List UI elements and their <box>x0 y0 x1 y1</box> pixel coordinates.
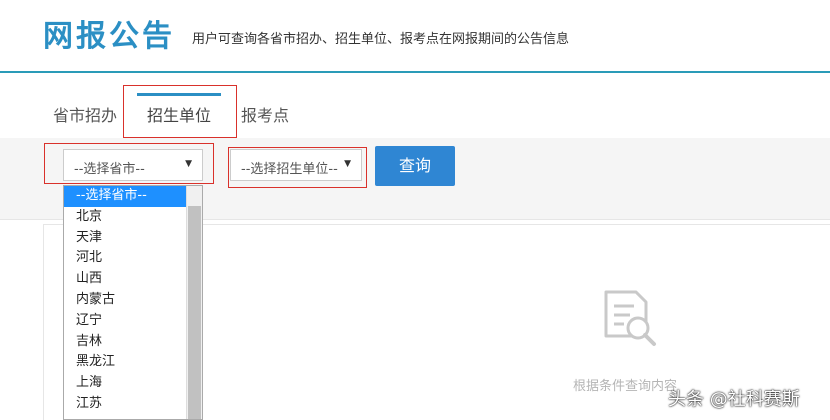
dropdown-option[interactable]: --选择省市-- <box>64 186 186 207</box>
dropdown-option[interactable]: 黑龙江 <box>64 352 186 373</box>
query-button[interactable]: 查询 <box>375 146 455 186</box>
unit-select-value: --选择招生单位-- <box>241 162 338 177</box>
tab-bar: 省市招办 招生单位 报考点 <box>0 90 830 138</box>
tab-province-office[interactable]: 省市招办 <box>53 102 117 126</box>
page-header: 网报公告 用户可查询各省市招办、招生单位、报考点在网报期间的公告信息 <box>0 0 830 73</box>
dropdown-option[interactable]: 上海 <box>64 373 186 394</box>
tab-exam-site[interactable]: 报考点 <box>241 102 289 126</box>
dropdown-option[interactable]: 辽宁 <box>64 311 186 332</box>
caret-down-icon: ▼ <box>344 159 351 169</box>
dropdown-option[interactable]: 吉林 <box>64 332 186 353</box>
province-select[interactable]: --选择省市-- ▼ <box>63 149 203 181</box>
dropdown-option[interactable]: 内蒙古 <box>64 290 186 311</box>
watermark-text: 头条 @社科赛斯 <box>668 389 800 410</box>
province-select-value: --选择省市-- <box>74 162 145 177</box>
dropdown-scrollbar[interactable] <box>186 186 202 419</box>
active-tab-indicator <box>137 93 221 96</box>
tab-enrollment-unit[interactable]: 招生单位 <box>147 102 211 126</box>
page-title: 网报公告 <box>43 19 175 54</box>
unit-select[interactable]: --选择招生单位-- ▼ <box>230 149 362 181</box>
dropdown-option[interactable]: 江苏 <box>64 394 186 415</box>
page-subtitle: 用户可查询各省市招办、招生单位、报考点在网报期间的公告信息 <box>192 32 570 47</box>
empty-state-text: 根据条件查询内容 <box>573 379 678 394</box>
dropdown-option[interactable]: 天津 <box>64 228 186 249</box>
dropdown-option[interactable]: 北京 <box>64 207 186 228</box>
dropdown-option[interactable]: 山西 <box>64 269 186 290</box>
scrollbar-thumb[interactable] <box>188 206 201 419</box>
caret-down-icon: ▼ <box>185 159 192 169</box>
document-search-icon <box>604 290 656 346</box>
dropdown-option[interactable]: 河北 <box>64 248 186 269</box>
province-dropdown-list[interactable]: --选择省市-- 北京 天津 河北 山西 内蒙古 辽宁 吉林 黑龙江 上海 江苏 <box>63 185 203 420</box>
